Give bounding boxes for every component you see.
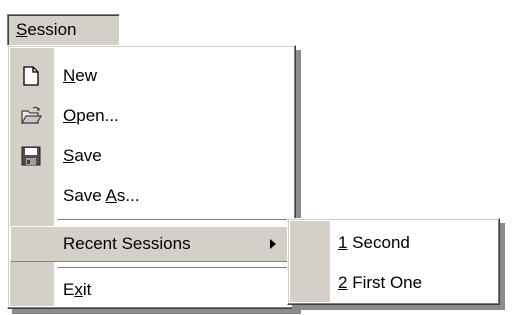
menu-item-label: Save: [63, 146, 102, 165]
submenu-arrow-icon: [270, 239, 276, 249]
menu-item-label: Open...: [63, 106, 119, 125]
recent-sessions-submenu: 1 Second 2 First One: [287, 218, 500, 305]
menu-item-label: New: [63, 66, 98, 85]
menu-item-save-as[interactable]: Save As...: [10, 178, 293, 214]
menu-item-exit[interactable]: Exit: [10, 272, 293, 308]
submenu-icon-gutter: [290, 221, 330, 302]
submenu-shadow-bottom: [292, 305, 505, 310]
session-menu: New Open... Save Save As... Recent Sessi…: [7, 45, 296, 309]
menu-item-label: Recent Sessions: [63, 234, 191, 253]
menu-item-recent-sessions[interactable]: Recent Sessions: [10, 226, 293, 262]
menu-separator: [58, 267, 287, 269]
menu-separator: [58, 219, 287, 221]
menu-item-new[interactable]: New: [10, 58, 293, 94]
menu-item-label: Exit: [63, 280, 92, 299]
menu-item-label: Save As...: [63, 186, 140, 205]
new-document-icon: [23, 66, 39, 86]
submenu-item-first-one[interactable]: 2 First One: [338, 268, 422, 298]
menu-shadow-bottom: [12, 309, 301, 314]
menubar-item-label: Session: [16, 20, 77, 39]
menu-item-save[interactable]: Save: [10, 138, 293, 174]
submenu-item-label: 2 First One: [338, 273, 423, 292]
submenu-item-label: 1 Second: [338, 233, 410, 252]
submenu-shadow-right: [500, 223, 505, 310]
menubar-item-session[interactable]: Session: [7, 14, 120, 46]
submenu-item-second[interactable]: 1 Second: [338, 228, 410, 258]
menu-item-open[interactable]: Open...: [10, 98, 293, 134]
open-folder-icon: [20, 106, 42, 124]
floppy-disk-icon: [21, 146, 41, 166]
